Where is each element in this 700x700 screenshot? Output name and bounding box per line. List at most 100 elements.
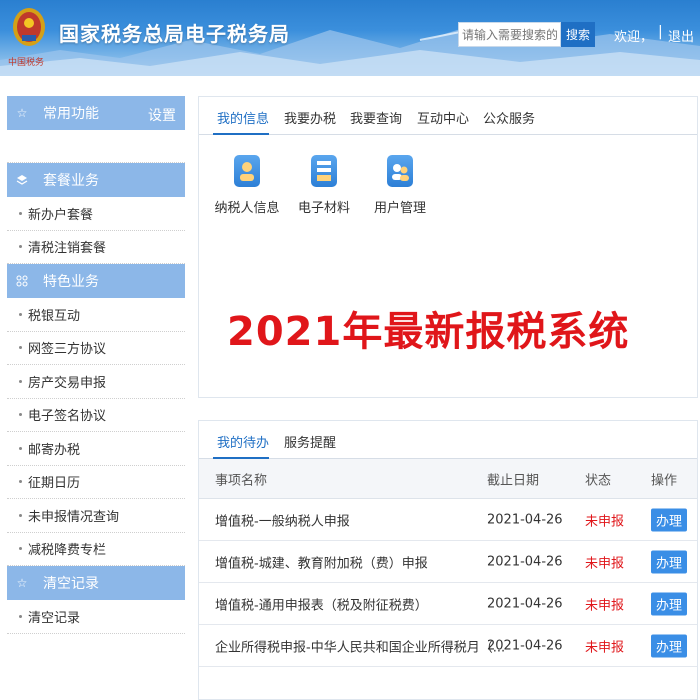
settings-link[interactable]: 设置 — [148, 105, 176, 125]
sidebar-head-label: 清空记录 — [43, 576, 99, 592]
sidebar-item-label: 税银互动 — [28, 308, 81, 324]
todo-panel: 我的待办 服务提醒 事项名称 截止日期 状态 操作 增值税-一般纳税人申报 20… — [198, 420, 698, 700]
user-card-icon — [234, 155, 260, 187]
document-stack-icon — [311, 155, 337, 187]
sidebar-head-label: 套餐业务 — [43, 173, 99, 189]
sidebar-empty-area — [7, 130, 185, 163]
app-taxpayer-info[interactable]: 纳税人信息 — [212, 155, 282, 216]
sidebar-item-bank-tax[interactable]: 税银互动 — [7, 298, 185, 332]
sidebar-item-tax-calendar[interactable]: 征期日历 — [7, 466, 185, 499]
item-name: 增值税-城建、教育附加税（费）申报 — [215, 556, 428, 571]
sidebar-item-label: 未申报情况查询 — [28, 509, 120, 525]
table-row: 企业所得税申报-中华人民共和国企业所得税月（... 2021-04-26 未申报… — [199, 625, 697, 667]
item-status: 未申报 — [585, 514, 625, 529]
item-deadline: 2021-04-26 — [487, 554, 563, 569]
main-tabs: 我的信息 我要办税 我要查询 互动中心 公众服务 — [199, 97, 697, 135]
item-deadline: 2021-04-26 — [487, 638, 563, 653]
tab-my-info[interactable]: 我的信息 — [217, 108, 269, 127]
tab-my-todo[interactable]: 我的待办 — [217, 432, 269, 451]
item-name: 增值税-通用申报表（税及附征税费） — [215, 598, 428, 613]
tax-emblem-icon — [13, 8, 45, 46]
users-icon — [387, 155, 413, 187]
app-e-materials[interactable]: 电子材料 — [289, 155, 359, 216]
handle-button[interactable]: 办理 — [651, 592, 688, 615]
sidebar-head-label: 特色业务 — [43, 274, 99, 290]
sidebar-item-undeclared-query[interactable]: 未申报情况查询 — [7, 499, 185, 533]
sidebar-item-tripartite-agreement[interactable]: 网签三方协议 — [7, 332, 185, 365]
bullet-icon — [19, 547, 22, 551]
app-user-management[interactable]: 用户管理 — [365, 155, 435, 216]
todo-tabs: 我的待办 服务提醒 — [199, 421, 697, 459]
item-name: 企业所得税申报-中华人民共和国企业所得税月（... — [215, 640, 506, 655]
app-label: 纳税人信息 — [214, 201, 280, 216]
handle-button[interactable]: 办理 — [651, 508, 688, 531]
sidebar-head-common[interactable]: ☆ 常用功能 设置 — [7, 96, 185, 130]
tab-interaction[interactable]: 互动中心 — [417, 108, 469, 127]
column-header-deadline: 截止日期 — [487, 473, 540, 488]
table-header: 事项名称 截止日期 状态 操作 — [199, 459, 697, 499]
column-header-operation: 操作 — [651, 473, 678, 488]
promo-banner-text: 2021年最新报税系统 — [227, 309, 630, 355]
sidebar-item-label: 房产交易申报 — [28, 375, 107, 391]
bullet-icon — [19, 446, 22, 450]
sidebar-item-property-declare[interactable]: 房产交易申报 — [7, 365, 185, 399]
sidebar-item-new-package[interactable]: 新办户套餐 — [7, 197, 185, 231]
item-status: 未申报 — [585, 598, 625, 613]
tab-public-service[interactable]: 公众服务 — [483, 108, 535, 127]
sidebar-item-label: 清空记录 — [28, 610, 81, 626]
site-header: 中国税务 国家税务总局电子税务局 搜索 欢迎， | 退出 — [0, 0, 700, 76]
table-row: 增值税-一般纳税人申报 2021-04-26 未申报 办理 — [199, 499, 697, 541]
todo-table: 事项名称 截止日期 状态 操作 增值税-一般纳税人申报 2021-04-26 未… — [199, 459, 697, 667]
sidebar-head-special[interactable]: 特色业务 — [7, 264, 185, 298]
sidebar-item-esign-agreement[interactable]: 电子签名协议 — [7, 399, 185, 432]
sidebar-item-deregister-package[interactable]: 清税注销套餐 — [7, 231, 185, 264]
active-tab-indicator — [213, 133, 269, 135]
site-title: 国家税务总局电子税务局 — [59, 22, 290, 46]
sidebar-head-label: 常用功能 — [43, 106, 99, 122]
bullet-icon — [19, 480, 22, 484]
app-label: 电子材料 — [297, 201, 350, 216]
item-status: 未申报 — [585, 640, 625, 655]
welcome-text: 欢迎， — [614, 30, 654, 45]
star-icon: ☆ — [16, 106, 28, 120]
grid-icon — [15, 274, 29, 288]
tab-query[interactable]: 我要查询 — [350, 108, 402, 127]
layers-icon — [15, 173, 29, 187]
sidebar-item-label: 邮寄办税 — [28, 442, 81, 458]
sidebar-item-label: 新办户套餐 — [28, 207, 94, 223]
sidebar-head-clear[interactable]: ☆ 清空记录 — [7, 566, 185, 600]
item-status: 未申报 — [585, 556, 625, 571]
table-row: 增值税-通用申报表（税及附征税费） 2021-04-26 未申报 办理 — [199, 583, 697, 625]
sidebar-item-label: 减税降费专栏 — [28, 543, 107, 559]
bullet-icon — [19, 614, 22, 618]
sidebar-item-clear-records[interactable]: 清空记录 — [7, 600, 185, 634]
bullet-icon — [19, 346, 22, 350]
item-name: 增值税-一般纳税人申报 — [215, 514, 350, 529]
logout-link[interactable]: 退出 — [668, 26, 694, 45]
search-input[interactable] — [458, 22, 561, 47]
sidebar: ☆ 常用功能 设置 套餐业务 新办户套餐 清税注销套餐 特色业务 税银互动 网签… — [7, 96, 185, 700]
sidebar-item-label: 征期日历 — [28, 476, 81, 492]
bullet-icon — [19, 245, 22, 249]
sidebar-item-label: 网签三方协议 — [28, 342, 107, 358]
star-icon: ☆ — [16, 576, 28, 590]
sidebar-head-package[interactable]: 套餐业务 — [7, 163, 185, 197]
search-button[interactable]: 搜索 — [561, 22, 595, 47]
sidebar-item-label: 电子签名协议 — [28, 409, 107, 425]
bullet-icon — [19, 211, 22, 215]
sidebar-item-tax-reduction[interactable]: 减税降费专栏 — [7, 533, 185, 566]
tab-service-reminder[interactable]: 服务提醒 — [284, 432, 336, 451]
bullet-icon — [19, 312, 22, 316]
column-header-status: 状态 — [585, 473, 612, 488]
handle-button[interactable]: 办理 — [651, 634, 688, 657]
header-separator: | — [658, 24, 663, 40]
bullet-icon — [19, 379, 22, 383]
my-info-panel: 我的信息 我要办税 我要查询 互动中心 公众服务 纳税人信息 电子材料 用户管理… — [198, 96, 698, 398]
table-row: 增值税-城建、教育附加税（费）申报 2021-04-26 未申报 办理 — [199, 541, 697, 583]
sidebar-item-mail-tax[interactable]: 邮寄办税 — [7, 432, 185, 466]
emblem-caption: 中国税务 — [8, 58, 45, 68]
column-header-name: 事项名称 — [215, 473, 268, 488]
sidebar-item-label: 清税注销套餐 — [28, 241, 107, 257]
handle-button[interactable]: 办理 — [651, 550, 688, 573]
tab-do-tax[interactable]: 我要办税 — [284, 108, 336, 127]
